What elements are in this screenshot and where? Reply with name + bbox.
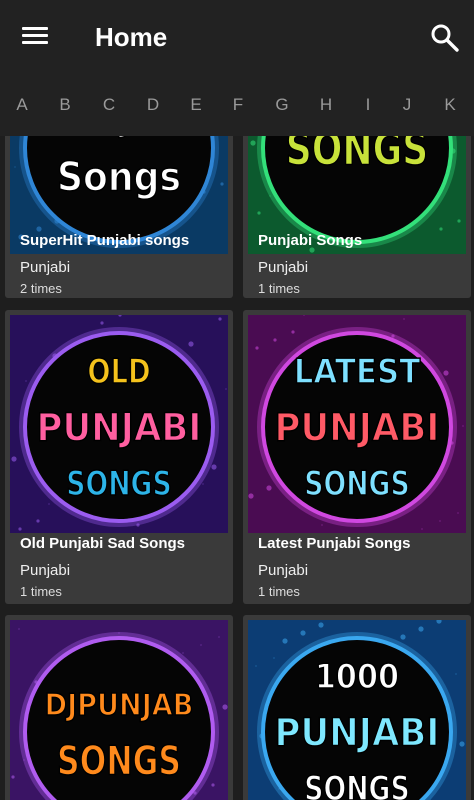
artwork-text: SONGS [304,769,409,800]
artwork-text: PUNJABI [275,406,440,450]
playlist-title: Punjabi Songs [258,232,363,249]
artwork-text: SONGS [66,464,171,504]
playlist-card[interactable]: DJPUNJAB SONGS [5,615,233,800]
playlist-card[interactable]: PUNJABI Songs SuperHit Punjabi songs Punj… [5,136,233,298]
artwork-text: PUNJABI [275,711,440,755]
play-count: 2 times [20,281,62,296]
playlist-title: SuperHit Punjabi songs [20,232,190,249]
alphabet-letter-k[interactable]: K [435,95,465,115]
alphabet-letter-f[interactable]: F [223,95,253,115]
alphabet-letter-h[interactable]: H [311,95,341,115]
artwork-text: Songs [57,154,181,200]
alphabet-letter-a[interactable]: A [7,95,37,115]
playlist-title: Latest Punjabi Songs [258,535,411,552]
playlist-category: Punjabi [258,562,309,579]
playlist-category: Punjabi [20,259,71,276]
playlist-card[interactable]: SONGS Punjabi Songs Punjabi 1 times [243,136,471,298]
artwork-text: SONGS [57,738,181,784]
alphabet-letter-b[interactable]: B [50,95,80,115]
playlist-category: Punjabi [258,259,309,276]
alphabet-index-bar: ABCDEFGHIJK [0,76,474,136]
alphabet-letter-e[interactable]: E [181,95,211,115]
artwork-text: OLD [87,352,150,392]
alphabet-letter-i[interactable]: I [353,95,383,115]
playlist-grid: PUNJABI Songs SuperHit Punjabi songs Punj… [0,136,474,800]
playlist-title: Old Punjabi Sad Songs [20,535,186,552]
page-title: Home [95,22,168,52]
app-bar: Home [0,0,474,76]
playlist-card[interactable]: 1000 PUNJABI SONGS [243,615,471,800]
alphabet-letter-d[interactable]: D [138,95,168,115]
play-count: 1 times [20,584,62,599]
artwork-text: DJPUNJAB [45,688,194,723]
artwork-text: PUNJABI [54,136,184,139]
alphabet-letter-c[interactable]: C [94,95,124,115]
artwork-text: 1000 [315,657,399,697]
playlist-card[interactable]: OLD PUNJABI SONGS Old Punjabi Sad Songs Pu… [5,310,233,604]
playlist-card[interactable]: LATEST PUNJABI SONGS Latest Punjabi Songs … [243,310,471,604]
menu-icon[interactable] [22,25,50,49]
play-count: 1 times [258,584,300,599]
playlist-category: Punjabi [20,562,71,579]
artwork-text: PUNJABI [37,406,202,450]
playlist-artwork: 1000 PUNJABI SONGS [248,620,466,800]
artwork-text: SONGS [304,464,409,504]
alphabet-letter-g[interactable]: G [267,95,297,115]
artwork-text: SONGS [286,136,429,176]
alphabet-letter-j[interactable]: J [392,95,422,115]
play-count: 1 times [258,281,300,296]
artwork-text: LATEST [294,352,421,392]
playlist-artwork: OLD PUNJABI SONGS [10,315,228,533]
playlist-artwork: LATEST PUNJABI SONGS [248,315,466,533]
playlist-artwork: DJPUNJAB SONGS [10,620,228,800]
search-icon[interactable] [430,23,460,53]
